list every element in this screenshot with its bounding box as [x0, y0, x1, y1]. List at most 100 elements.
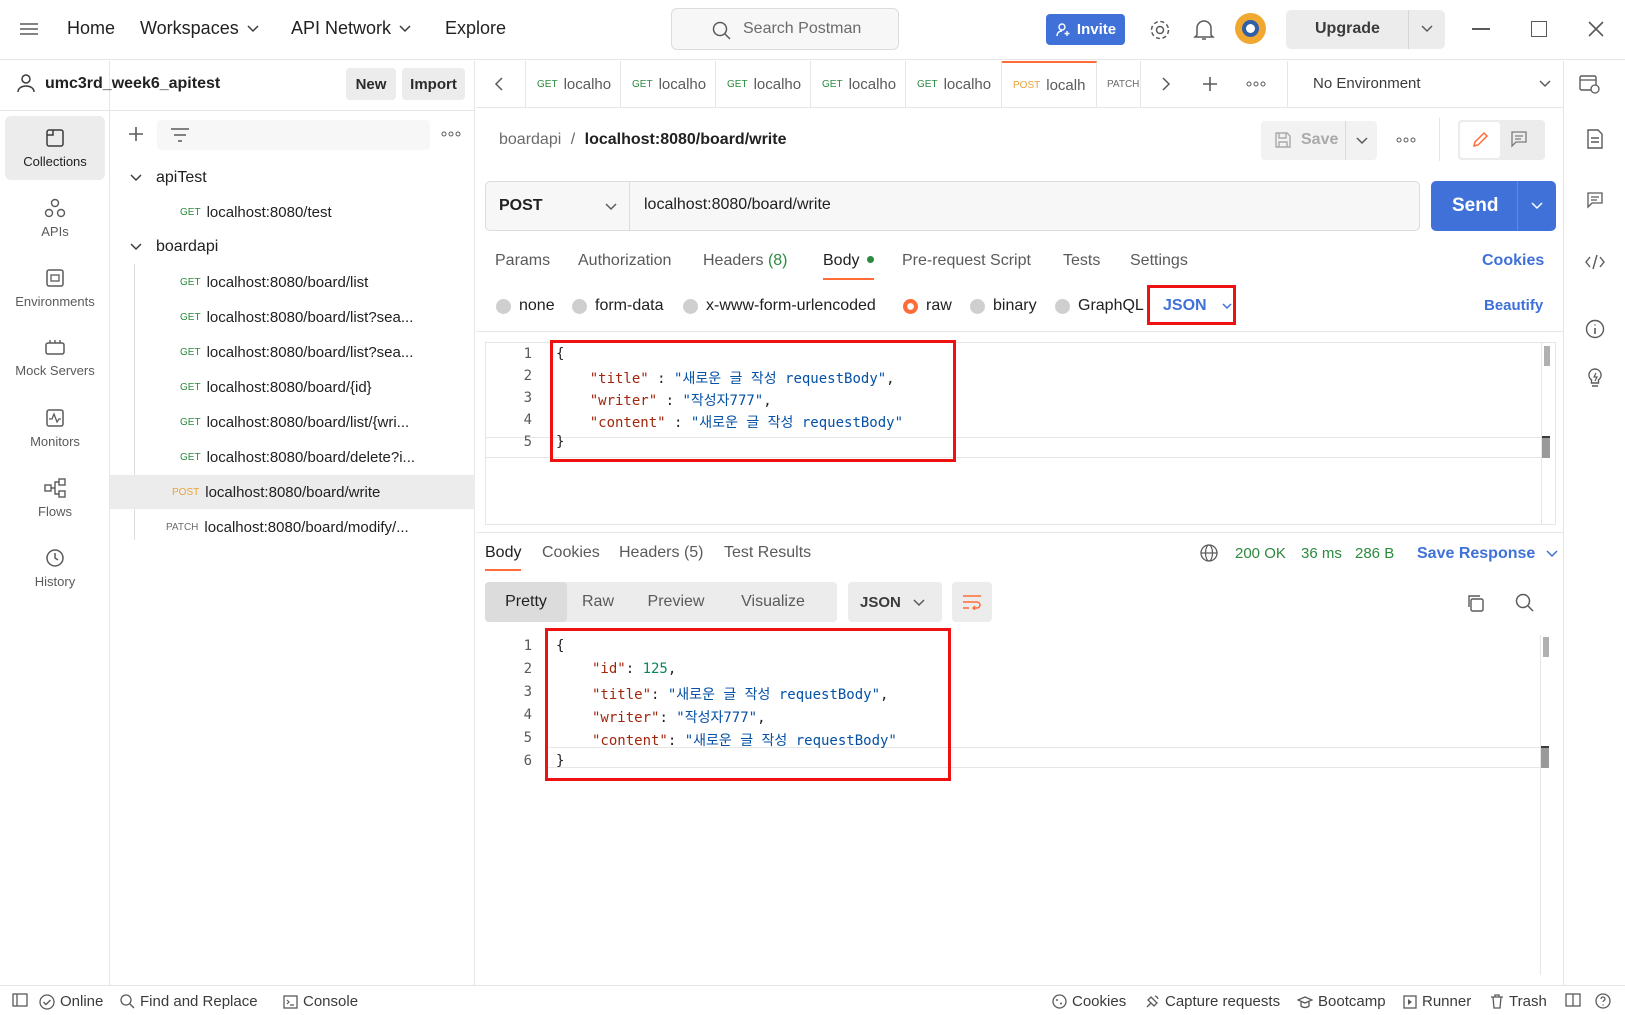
request-item[interactable]: PATCH localhost:8080/board/modify/...	[110, 510, 475, 544]
nav-api-network[interactable]: API Network	[291, 18, 411, 39]
request-tab[interactable]: GET localho	[906, 61, 1002, 107]
search-input[interactable]: Search Postman	[671, 8, 899, 50]
search-icon[interactable]	[1515, 593, 1535, 613]
request-item[interactable]: GET localhost:8080/board/list?sea...	[110, 335, 475, 369]
console[interactable]: Console	[283, 993, 358, 1010]
code-icon[interactable]	[1585, 254, 1605, 270]
response-time[interactable]: 36 ms	[1301, 545, 1342, 562]
response-tab-cookies[interactable]: Cookies	[542, 544, 600, 562]
notifications-bell-icon[interactable]	[1193, 18, 1215, 42]
chevron-down-icon[interactable]	[1539, 80, 1551, 88]
rail-history[interactable]: History	[5, 536, 105, 600]
save-button[interactable]: Save	[1261, 121, 1377, 160]
chevron-down-icon[interactable]	[1421, 25, 1433, 33]
save-response-button[interactable]: Save Response	[1417, 545, 1558, 563]
rail-monitors[interactable]: Monitors	[5, 396, 105, 460]
minimize-window-icon[interactable]	[1472, 28, 1490, 30]
hamburger-menu-icon[interactable]	[18, 20, 40, 38]
nav-home[interactable]: Home	[67, 18, 115, 39]
tab-authorization[interactable]: Authorization	[578, 252, 671, 270]
tab-scroll-right-icon[interactable]	[1161, 77, 1171, 91]
upgrade-button[interactable]: Upgrade	[1286, 10, 1445, 49]
request-tab[interactable]: GET localho	[621, 61, 716, 107]
trash[interactable]: Trash	[1490, 993, 1547, 1010]
url-input[interactable]: localhost:8080/board/write	[644, 196, 831, 214]
globe-icon[interactable]	[1200, 544, 1218, 562]
request-tab[interactable]: GET localho	[716, 61, 811, 107]
tab-params[interactable]: Params	[495, 252, 550, 270]
tab-body[interactable]: Body	[823, 252, 874, 280]
response-tab-test-results[interactable]: Test Results	[724, 544, 811, 562]
nav-workspaces[interactable]: Workspaces	[140, 18, 259, 39]
more-options-icon[interactable]	[1396, 137, 1416, 143]
cookies-link[interactable]: Cookies	[1482, 252, 1544, 270]
request-item[interactable]: GET localhost:8080/board/list?sea...	[110, 300, 475, 334]
request-item[interactable]: GET localhost:8080/board/list	[110, 265, 475, 299]
response-tab-headers[interactable]: Headers (5)	[619, 544, 704, 562]
info-icon[interactable]	[1585, 319, 1605, 339]
comments-icon[interactable]	[1586, 191, 1604, 209]
new-tab-icon[interactable]	[1201, 75, 1219, 93]
body-format-dropdown[interactable]: JSON	[1147, 285, 1236, 325]
maximize-window-icon[interactable]	[1531, 21, 1547, 37]
tab-tests[interactable]: Tests	[1063, 252, 1100, 270]
folder-boardapi[interactable]: boardapi	[110, 230, 475, 264]
lightbulb-icon[interactable]	[1585, 367, 1605, 389]
tab-prerequest-script[interactable]: Pre-request Script	[902, 252, 1031, 270]
add-collection-icon[interactable]	[127, 125, 145, 143]
environment-selector[interactable]: No Environment	[1313, 75, 1421, 92]
nav-explore[interactable]: Explore	[445, 18, 506, 39]
method-selector[interactable]: POST	[486, 182, 630, 230]
tab-scroll-left-icon[interactable]	[494, 77, 504, 91]
radio-form-data[interactable]: form-data	[572, 297, 663, 315]
filter-input[interactable]	[157, 120, 430, 150]
status-cookies[interactable]: Cookies	[1052, 993, 1126, 1010]
tab-headers[interactable]: Headers (8)	[703, 252, 788, 270]
request-item[interactable]: GET localhost:8080/board/{id}	[110, 370, 475, 404]
copy-icon[interactable]	[1466, 594, 1484, 612]
beautify-link[interactable]: Beautify	[1484, 297, 1543, 314]
request-tab[interactable]: GET localho	[811, 61, 906, 107]
radio-graphql[interactable]: GraphQL	[1055, 297, 1144, 315]
import-button[interactable]: Import	[402, 68, 465, 100]
send-button[interactable]: Send	[1431, 181, 1556, 231]
chevron-down-icon[interactable]	[1531, 202, 1543, 210]
radio-none[interactable]: none	[496, 297, 555, 315]
rail-apis[interactable]: APIs	[5, 186, 105, 250]
more-options-icon[interactable]	[441, 131, 461, 137]
help-icon[interactable]	[1595, 993, 1611, 1009]
edit-pencil-icon[interactable]	[1460, 122, 1500, 158]
request-item[interactable]: GET localhost:8080/board/list/{wri...	[110, 405, 475, 439]
request-tab[interactable]: GET localho	[526, 61, 621, 107]
request-tab-active[interactable]: POST localh	[1002, 61, 1097, 107]
find-and-replace[interactable]: Find and Replace	[120, 993, 258, 1010]
folder-apitest[interactable]: apiTest	[110, 161, 475, 195]
tab-settings[interactable]: Settings	[1130, 252, 1188, 270]
request-item[interactable]: GET localhost:8080/test	[110, 195, 475, 229]
rail-mock-servers[interactable]: Mock Servers	[5, 326, 105, 390]
toggle-sidebar-icon[interactable]	[12, 993, 28, 1007]
request-item-selected[interactable]: POST localhost:8080/board/write	[110, 475, 475, 509]
runner[interactable]: Runner	[1403, 993, 1471, 1010]
wrap-lines-icon[interactable]	[952, 582, 992, 622]
radio-raw[interactable]: raw	[903, 297, 952, 315]
rail-flows[interactable]: Flows	[5, 466, 105, 530]
response-tab-body[interactable]: Body	[485, 544, 522, 571]
view-raw[interactable]: Raw	[567, 582, 629, 622]
chevron-down-icon[interactable]	[1356, 137, 1368, 145]
environment-quick-look-icon[interactable]	[1579, 74, 1601, 94]
capture-requests[interactable]: Capture requests	[1145, 993, 1280, 1010]
breadcrumb-parent[interactable]: boardapi	[499, 131, 561, 148]
rail-collections[interactable]: Collections	[5, 116, 105, 180]
view-preview[interactable]: Preview	[629, 582, 723, 622]
response-format-dropdown[interactable]: JSON	[848, 582, 942, 622]
settings-gear-icon[interactable]	[1148, 18, 1172, 42]
request-tab[interactable]: PATCH	[1097, 61, 1141, 107]
tab-options-icon[interactable]	[1246, 81, 1266, 87]
invite-button[interactable]: Invite	[1046, 14, 1125, 45]
radio-binary[interactable]: binary	[970, 297, 1037, 315]
documentation-icon[interactable]	[1586, 129, 1604, 149]
request-item[interactable]: GET localhost:8080/board/delete?i...	[110, 440, 475, 474]
avatar[interactable]	[1235, 13, 1266, 44]
view-visualize[interactable]: Visualize	[723, 582, 823, 622]
